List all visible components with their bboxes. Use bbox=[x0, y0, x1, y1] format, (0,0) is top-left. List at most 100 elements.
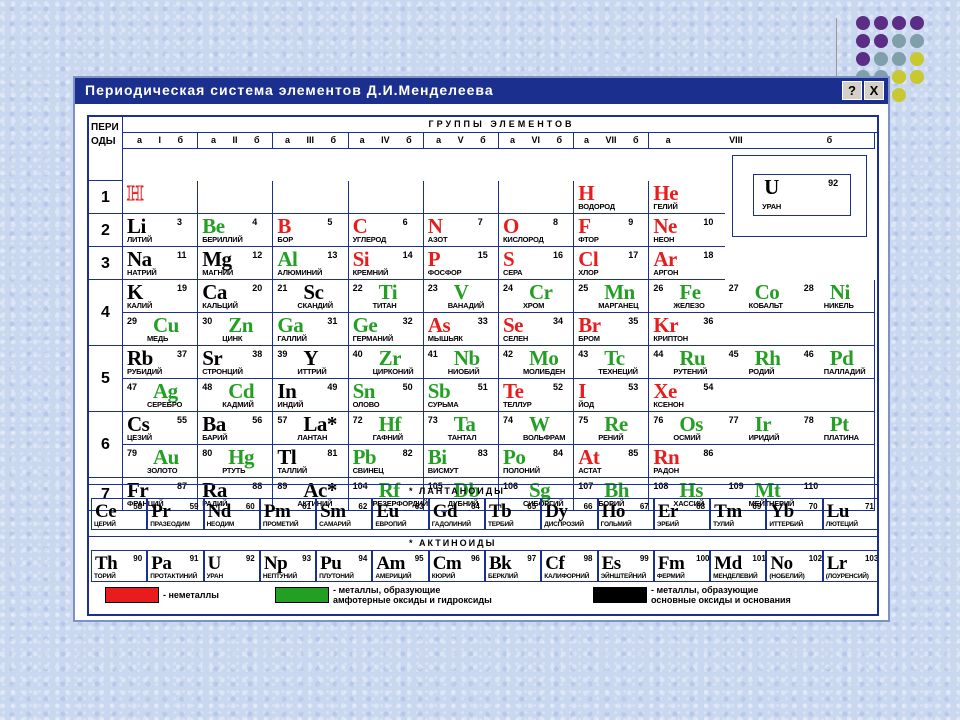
element-cell[interactable]: Zn 30 ЦИНК bbox=[198, 313, 273, 346]
element-cell[interactable]: P 15 ФОСФОР bbox=[424, 247, 499, 280]
element-cell[interactable]: Ba 56 БАРИЙ bbox=[198, 412, 273, 445]
element-cell[interactable]: Md 101 МЕНДЕЛЕВИЙ bbox=[710, 550, 767, 582]
element-cell[interactable]: Fe 26 ЖЕЛЕЗО bbox=[649, 280, 724, 313]
element-cell[interactable]: Ce 58 ЦЕРИЙ bbox=[91, 498, 148, 530]
element-cell[interactable]: Th 90 ТОРИЙ bbox=[91, 550, 148, 582]
element-cell[interactable]: Os 76 ОСМИЙ bbox=[649, 412, 724, 445]
element-cell[interactable]: Bk 97 БЕРКЛИЙ bbox=[485, 550, 542, 582]
element-cell[interactable]: C 6 УГЛЕРОД bbox=[349, 214, 424, 247]
element-cell[interactable]: W 74 ВОЛЬФРАМ bbox=[499, 412, 574, 445]
element-cell[interactable]: I 53 ЙОД bbox=[574, 379, 649, 412]
element-cell[interactable]: Y 39 ИТТРИЙ bbox=[273, 346, 348, 379]
element-cell[interactable]: Pa 91 ПРОТАКТИНИЙ bbox=[147, 550, 204, 582]
element-cell[interactable]: Am 95 АМЕРИЦИЙ bbox=[372, 550, 429, 582]
element-cell[interactable]: Sb 51 СУРЬМА bbox=[424, 379, 499, 412]
element-cell[interactable]: Pr 59 ПРАЗЕОДИМ bbox=[147, 498, 204, 530]
element-cell[interactable]: Ca 20 КАЛЬЦИЙ bbox=[198, 280, 273, 313]
element-cell[interactable]: Tb 65 ТЕРБИЙ bbox=[485, 498, 542, 530]
element-cell[interactable]: Br 35 БРОМ bbox=[574, 313, 649, 346]
element-cell[interactable]: V 23 ВАНАДИЙ bbox=[424, 280, 499, 313]
element-cell[interactable]: Pm 61 ПРОМЕТИЙ bbox=[259, 498, 317, 530]
element-cell[interactable]: Co 27 КОБАЛЬТ bbox=[725, 280, 800, 313]
element-cell[interactable]: Ru 44 РУТЕНИЙ bbox=[649, 346, 724, 379]
element-cell[interactable]: Ar 18 АРГОН bbox=[649, 247, 724, 280]
element-cell[interactable]: Ho 67 ГОЛЬМИЙ bbox=[597, 498, 654, 530]
element-cell[interactable]: Re 75 РЕНИЙ bbox=[574, 412, 649, 445]
element-cell[interactable]: Rb 37 РУБИДИЙ bbox=[123, 346, 198, 379]
element-cell[interactable]: He ГЕЛИЙ bbox=[649, 181, 724, 214]
element-cell[interactable]: N 7 АЗОТ bbox=[424, 214, 499, 247]
element-cell[interactable]: Fm 100 ФЕРМИЙ bbox=[653, 550, 711, 582]
element-cell[interactable]: As 33 МЫШЬЯК bbox=[424, 313, 499, 346]
element-cell[interactable]: Tl 81 ТАЛЛИЙ bbox=[273, 445, 348, 478]
element-cell[interactable]: Cr 24 ХРОМ bbox=[499, 280, 574, 313]
element-cell[interactable]: Po 84 ПОЛОНИЙ bbox=[499, 445, 574, 478]
element-cell[interactable]: Cm 96 КЮРИЙ bbox=[428, 550, 485, 582]
element-cell[interactable]: Kr 36 КРИПТОН bbox=[649, 313, 724, 346]
element-cell[interactable]: Al 13 АЛЮМИНИЙ bbox=[273, 247, 348, 280]
element-cell[interactable]: Lu 71 ЛЮТЕЦИЙ bbox=[822, 498, 877, 530]
element-cell[interactable]: Be 4 БЕРИЛЛИЙ bbox=[198, 214, 273, 247]
element-cell[interactable]: U 92 УРАН bbox=[203, 550, 260, 582]
element-cell[interactable]: La* 57 ЛАНТАН bbox=[273, 412, 348, 445]
element-cell[interactable]: Ti 22 ТИТАН bbox=[349, 280, 424, 313]
element-cell[interactable]: Bi 83 ВИСМУТ bbox=[424, 445, 499, 478]
element-cell[interactable]: Hf 72 ГАФНИЙ bbox=[349, 412, 424, 445]
element-cell[interactable]: H ВОДОРОД bbox=[574, 181, 649, 214]
element-cell[interactable]: Pu 94 ПЛУТОНИЙ bbox=[316, 550, 373, 582]
element-cell[interactable]: Ta 73 ТАНТАЛ bbox=[424, 412, 499, 445]
element-cell[interactable]: Gd 64 ГАДОЛИНИЙ bbox=[428, 498, 485, 530]
element-cell[interactable]: F 9 ФТОР bbox=[574, 214, 649, 247]
close-button[interactable]: X bbox=[864, 81, 884, 100]
element-cell[interactable]: Cd 48 КАДМИЙ bbox=[198, 379, 273, 412]
element-cell[interactable]: Rn 86 РАДОН bbox=[649, 445, 724, 478]
element-cell[interactable]: Ge 32 ГЕРМАНИЙ bbox=[349, 313, 424, 346]
element-cell[interactable]: Nb 41 НИОБИЙ bbox=[424, 346, 499, 379]
element-cell[interactable]: Na 11 НАТРИЙ bbox=[123, 247, 198, 280]
element-cell[interactable]: S 16 СЕРА bbox=[499, 247, 574, 280]
element-cell[interactable]: Dy 66 ДИСПРОЗИЙ bbox=[541, 498, 598, 530]
element-cell[interactable]: Lr 103 (ЛОУРЕНСИЙ) bbox=[822, 550, 877, 582]
element-cell[interactable]: Ni 28 НИКЕЛЬ bbox=[800, 280, 875, 313]
element-cell[interactable]: Si 14 КРЕМНИЙ bbox=[349, 247, 424, 280]
element-cell[interactable]: Sm 62 САМАРИЙ bbox=[316, 498, 373, 530]
element-cell[interactable]: Mn 25 МАРГАНЕЦ bbox=[574, 280, 649, 313]
element-cell[interactable]: H bbox=[123, 181, 198, 214]
element-cell[interactable]: B 5 БОР bbox=[273, 214, 348, 247]
element-cell[interactable]: Pb 82 СВИНЕЦ bbox=[349, 445, 424, 478]
element-cell[interactable]: Yb 70 ИТТЕРБИЙ bbox=[766, 498, 823, 530]
element-cell[interactable]: Li 3 ЛИТИЙ bbox=[123, 214, 198, 247]
help-button[interactable]: ? bbox=[842, 81, 862, 100]
element-cell[interactable]: Eu 63 ЕВРОПИЙ bbox=[372, 498, 429, 530]
element-cell[interactable]: Np 93 НЕПТУНИЙ bbox=[259, 550, 317, 582]
element-cell[interactable]: Ne 10 НЕОН bbox=[649, 214, 724, 247]
element-cell[interactable]: Cu 29 МЕДЬ bbox=[123, 313, 198, 346]
element-cell[interactable]: Nd 60 НЕОДИМ bbox=[203, 498, 260, 530]
element-cell[interactable]: Es 99 ЭЙНШТЕЙНИЙ bbox=[597, 550, 654, 582]
element-cell[interactable]: In 49 ИНДИЙ bbox=[273, 379, 348, 412]
element-cell[interactable]: Ir 77 ИРИДИЙ bbox=[725, 412, 800, 445]
element-cell[interactable]: At 85 АСТАТ bbox=[574, 445, 649, 478]
element-cell[interactable]: Au 79 ЗОЛОТО bbox=[123, 445, 198, 478]
element-cell[interactable]: Sr 38 СТРОНЦИЙ bbox=[198, 346, 273, 379]
element-cell[interactable]: Xe 54 КСЕНОН bbox=[649, 379, 724, 412]
element-cell[interactable]: Pd 46 ПАЛЛАДИЙ bbox=[800, 346, 875, 379]
element-cell[interactable]: Cf 98 КАЛИФОРНИЙ bbox=[541, 550, 598, 582]
element-cell[interactable]: Cs 55 ЦЕЗИЙ bbox=[123, 412, 198, 445]
element-cell[interactable]: Cl 17 ХЛОР bbox=[574, 247, 649, 280]
element-cell[interactable]: Se 34 СЕЛЕН bbox=[499, 313, 574, 346]
element-cell[interactable]: O 8 КИСЛОРОД bbox=[499, 214, 574, 247]
element-cell[interactable]: Mo 42 МОЛИБДЕН bbox=[499, 346, 574, 379]
element-cell[interactable]: Ga 31 ГАЛЛИЙ bbox=[273, 313, 348, 346]
element-cell[interactable]: Te 52 ТЕЛЛУР bbox=[499, 379, 574, 412]
element-cell[interactable]: Rh 45 РОДИЙ bbox=[725, 346, 800, 379]
element-cell[interactable]: Pt 78 ПЛАТИНА bbox=[800, 412, 875, 445]
element-cell[interactable]: Mg 12 МАГНИЙ bbox=[198, 247, 273, 280]
element-cell[interactable]: Tc 43 ТЕХНЕЦИЙ bbox=[574, 346, 649, 379]
element-cell[interactable]: Hg 80 РТУТЬ bbox=[198, 445, 273, 478]
element-cell[interactable]: Sn 50 ОЛОВО bbox=[349, 379, 424, 412]
element-cell[interactable]: Sc 21 СКАНДИЙ bbox=[273, 280, 348, 313]
element-cell[interactable]: K 19 КАЛИЙ bbox=[123, 280, 198, 313]
element-cell[interactable]: Er 68 ЭРБИЙ bbox=[653, 498, 711, 530]
element-cell[interactable]: Ag 47 СЕРЕБРО bbox=[123, 379, 198, 412]
